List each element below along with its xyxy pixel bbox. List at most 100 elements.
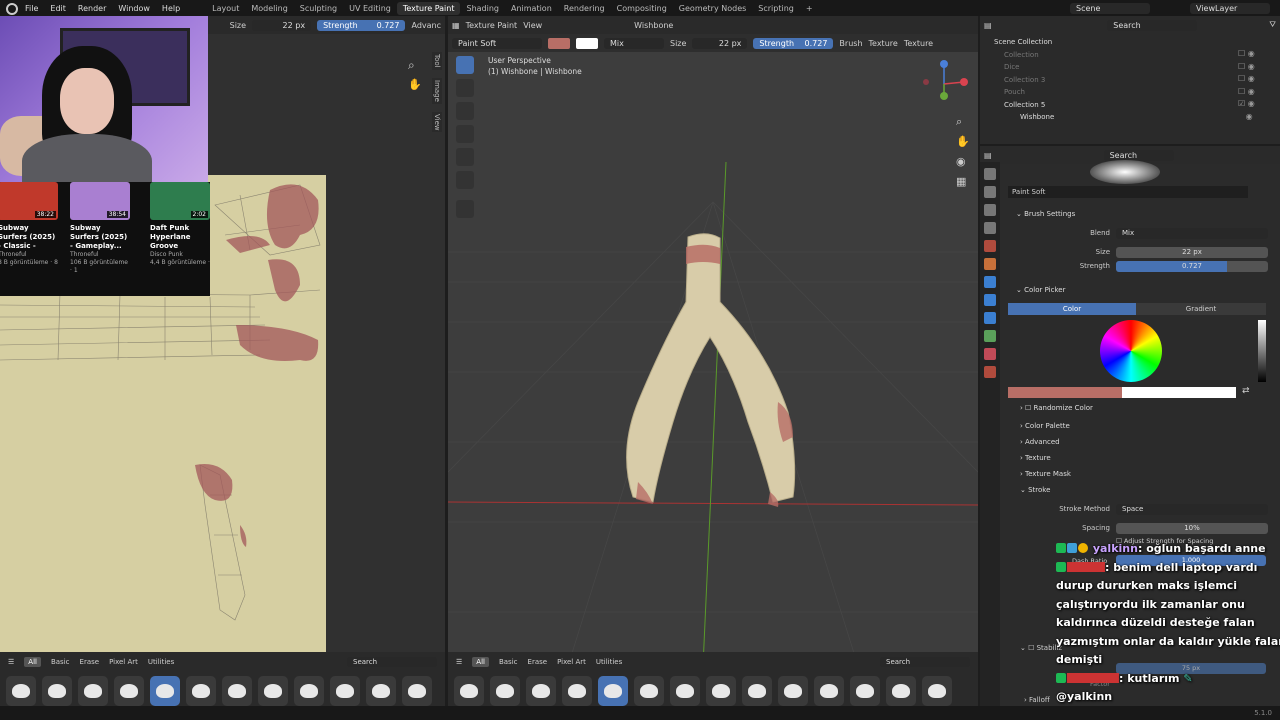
data-tab-icon[interactable]: [984, 330, 996, 342]
strength-slider[interactable]: 0.727: [1116, 260, 1268, 272]
output-tab-icon[interactable]: [984, 204, 996, 216]
tab-modeling[interactable]: Modeling: [245, 2, 293, 15]
viewport-mode[interactable]: Texture Paint: [466, 21, 518, 30]
tab-gradient[interactable]: Gradient: [1136, 303, 1266, 315]
navigation-gizmo[interactable]: [916, 56, 972, 106]
shelf-menu-icon[interactable]: ☰: [456, 658, 462, 666]
shelf-tab-pixel-art[interactable]: Pixel Art: [109, 658, 138, 666]
color-wheel[interactable]: [1100, 320, 1162, 382]
shelf-tab-pixel-art[interactable]: Pixel Art: [557, 658, 586, 666]
scene-tab-icon[interactable]: [984, 240, 996, 252]
brush-item[interactable]: [6, 676, 36, 706]
primary-color-swatch[interactable]: [548, 37, 570, 49]
shelf-tab-basic[interactable]: Basic: [499, 658, 518, 666]
brush-item[interactable]: [526, 676, 556, 706]
spacing-field[interactable]: 10%: [1116, 522, 1268, 534]
menu-edit[interactable]: Edit: [44, 4, 72, 13]
tab-animation[interactable]: Animation: [505, 2, 558, 15]
shelf-tab-basic[interactable]: Basic: [51, 658, 70, 666]
tab-compositing[interactable]: Compositing: [611, 2, 673, 15]
tab-texture-paint[interactable]: Texture Paint: [396, 1, 461, 15]
size-field[interactable]: 22 px: [1116, 246, 1268, 258]
shelf-tab-utilities[interactable]: Utilities: [596, 658, 622, 666]
shelf-tab-all[interactable]: All: [472, 657, 489, 667]
size-field[interactable]: 22 px: [692, 37, 748, 49]
shelf-menu-icon[interactable]: ☰: [8, 658, 14, 666]
video-card[interactable]: 2:02 Daft Punk Hyperlane Groove Disco Pu…: [150, 182, 210, 267]
strength-field[interactable]: Strength 0.727: [317, 19, 406, 31]
tab-scripting[interactable]: Scripting: [752, 2, 800, 15]
blender-logo-icon[interactable]: [6, 3, 16, 13]
brush-item[interactable]: [186, 676, 216, 706]
render-tab-icon[interactable]: [984, 186, 996, 198]
clone-tool-icon[interactable]: [456, 125, 474, 143]
brush-item[interactable]: [562, 676, 592, 706]
tab-geometry-nodes[interactable]: Geometry Nodes: [673, 2, 752, 15]
shelf-search-input[interactable]: Search: [347, 657, 437, 667]
menu-window[interactable]: Window: [112, 4, 156, 13]
blend-select[interactable]: Mix: [1116, 227, 1268, 239]
tab-view[interactable]: View: [432, 111, 442, 133]
texture-mask-header[interactable]: › Texture Mask: [1020, 470, 1071, 478]
tab-color[interactable]: Color: [1008, 303, 1136, 315]
video-card[interactable]: 38:54 Subway Surfers (2025) - Gameplay..…: [70, 182, 130, 275]
color-picker-header[interactable]: ⌄ Color Picker: [1016, 286, 1065, 294]
brush-item[interactable]: [258, 676, 288, 706]
shelf-tab-all[interactable]: All: [24, 657, 41, 667]
brush-selector[interactable]: Paint Soft: [452, 37, 542, 49]
view-layer-tab-icon[interactable]: [984, 222, 996, 234]
zoom-icon[interactable]: ⌕: [408, 58, 415, 73]
particles-tab-icon[interactable]: [984, 294, 996, 306]
brush-item[interactable]: [454, 676, 484, 706]
properties-menu-icon[interactable]: ▤: [984, 151, 992, 160]
brush-settings-header[interactable]: ⌄ Brush Settings: [1016, 210, 1075, 218]
tab-tool[interactable]: Tool: [432, 52, 442, 70]
brush-item[interactable]: [42, 676, 72, 706]
tab-shading[interactable]: Shading: [460, 2, 505, 15]
secondary-color-swatch[interactable]: [576, 37, 598, 49]
physics-tab-icon[interactable]: [984, 312, 996, 324]
brush-item[interactable]: [366, 676, 396, 706]
brush-item-active[interactable]: [150, 676, 180, 706]
viewport-nav-icons[interactable]: ⌕ ✋ ◉ ▦: [956, 112, 970, 192]
soften-tool-icon[interactable]: [456, 79, 474, 97]
brush-item[interactable]: [114, 676, 144, 706]
editor-type-icon[interactable]: ▦: [452, 21, 460, 30]
scene-collection-item[interactable]: Scene Collection: [994, 36, 1280, 49]
value-slider[interactable]: [1258, 320, 1266, 382]
material-tab-icon[interactable]: [984, 348, 996, 360]
secondary-color-bar[interactable]: [1122, 387, 1236, 398]
brush-item[interactable]: [742, 676, 772, 706]
add-workspace-button[interactable]: +: [800, 2, 819, 15]
smear-tool-icon[interactable]: [456, 102, 474, 120]
falloff-header[interactable]: › Falloff: [1024, 696, 1050, 704]
brush-item[interactable]: [814, 676, 844, 706]
blend-mode-select[interactable]: Mix: [604, 37, 664, 49]
viewport-view-menu[interactable]: View: [523, 21, 542, 30]
shelf-tab-erase[interactable]: Erase: [528, 658, 548, 666]
randomize-color-row[interactable]: › ☐ Randomize Color: [1020, 404, 1093, 412]
advanced-header[interactable]: › Advanced: [1020, 438, 1060, 446]
stroke-header[interactable]: ⌄ Stroke: [1020, 486, 1050, 494]
object-name[interactable]: Wishbone: [634, 21, 673, 30]
texture-tab-icon[interactable]: [984, 366, 996, 378]
brush-item[interactable]: [886, 676, 916, 706]
brush-item[interactable]: [78, 676, 108, 706]
tab-sculpting[interactable]: Sculpting: [294, 2, 343, 15]
tab-rendering[interactable]: Rendering: [558, 2, 611, 15]
brush-item[interactable]: [294, 676, 324, 706]
filter-icon[interactable]: ⛛: [1269, 20, 1276, 30]
fill-tool-icon[interactable]: [456, 148, 474, 166]
size-field[interactable]: 22 px: [252, 19, 312, 31]
mask-tool-icon[interactable]: [456, 171, 474, 189]
view-layer-selector[interactable]: ViewLayer: [1190, 2, 1270, 14]
visibility-checkboxes[interactable]: ☐ ◉ ☐ ◉ ☐ ◉ ☐ ◉ ☑ ◉ ◉: [1238, 48, 1255, 123]
tab-uv-editing[interactable]: UV Editing: [343, 2, 397, 15]
menu-render[interactable]: Render: [72, 4, 112, 13]
strength-field[interactable]: Strength 0.727: [753, 37, 834, 49]
brush-name-field[interactable]: Paint Soft: [1008, 186, 1248, 198]
texture-menu-2[interactable]: Texture: [904, 39, 933, 48]
draw-tool-icon[interactable]: [456, 56, 474, 74]
brush-item[interactable]: [222, 676, 252, 706]
brush-item-active[interactable]: [598, 676, 628, 706]
